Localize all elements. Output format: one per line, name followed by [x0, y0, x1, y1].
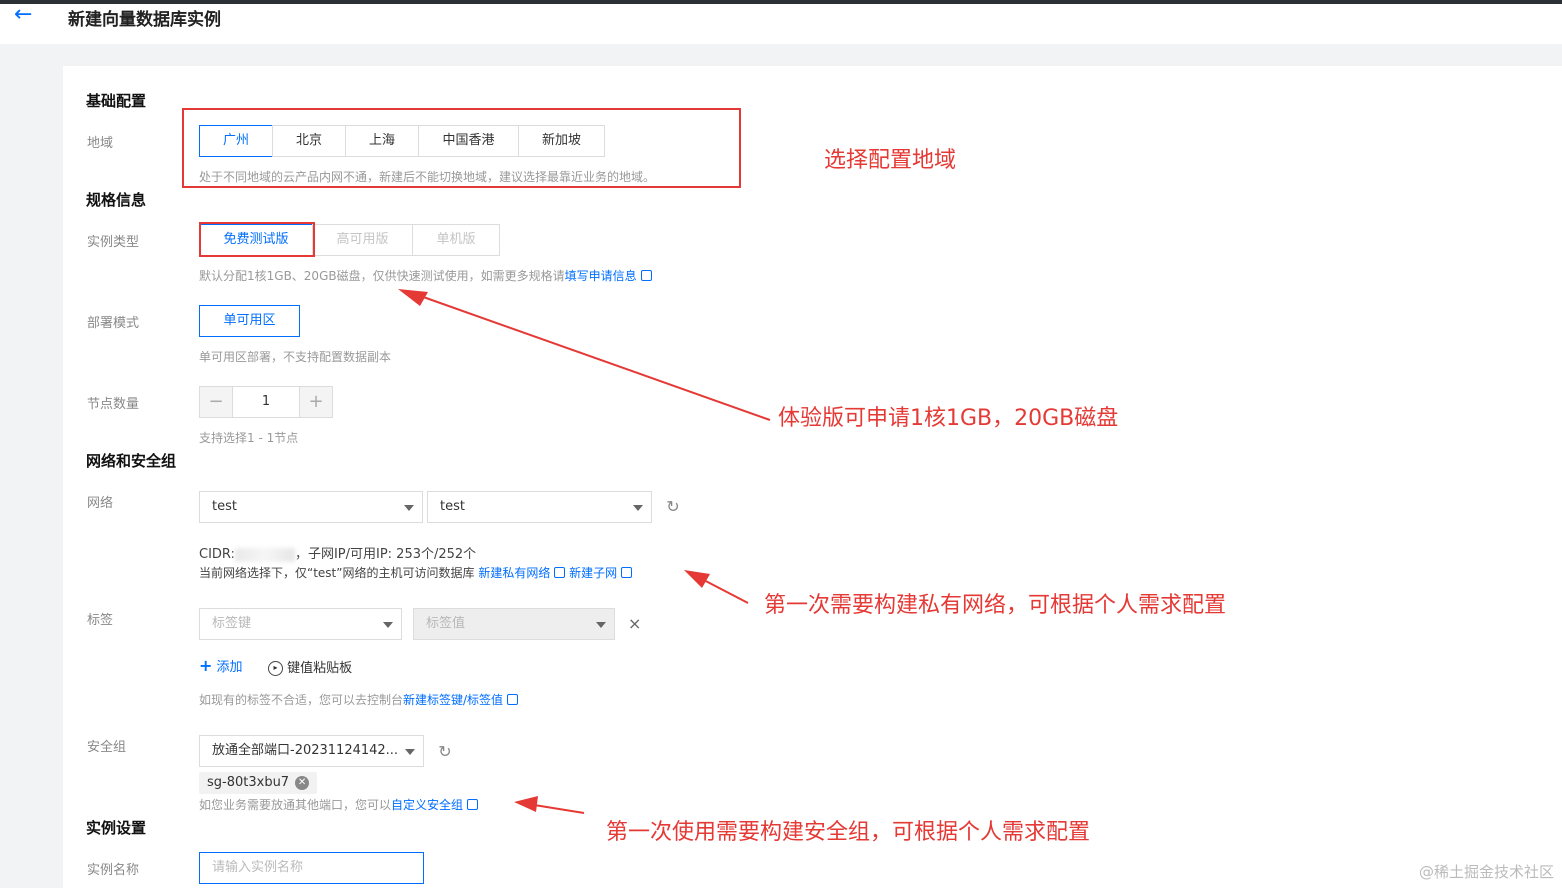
custom-security-group-link[interactable]: 自定义安全组 [391, 798, 463, 812]
annotation-network: 第一次需要构建私有网络，可根据个人需求配置 [764, 593, 1227, 618]
security-group-label: 安全组 [87, 740, 127, 755]
arrow-security-head [514, 796, 538, 812]
add-tag-label: 添加 [216, 660, 243, 675]
new-subnet-link[interactable]: 新建子网 [569, 566, 617, 580]
refresh-network-icon[interactable]: ↻ [664, 498, 682, 516]
external-link-icon [621, 567, 633, 578]
security-group-value: 放通全部端口-20231124142... [212, 743, 399, 758]
arrow-spec-head [398, 289, 428, 306]
vpc-select-value: test [212, 499, 237, 514]
remove-chip-icon[interactable]: ✕ [295, 776, 310, 790]
tag-key-select[interactable]: 标签键 [199, 608, 402, 640]
tag-value-placeholder: 标签值 [426, 616, 466, 631]
cidr-prefix: CIDR: [199, 547, 235, 562]
tag-hint: 如现有的标签不合适，您可以去控制台新建标签键/标签值 [199, 691, 519, 708]
watermark: @稀土掘金技术社区 [1418, 863, 1554, 881]
tag-label: 标签 [87, 613, 114, 628]
vpc-select[interactable]: test [199, 491, 423, 523]
section-title-instance: 实例设置 [86, 819, 147, 837]
remove-tag-icon[interactable]: × [628, 614, 641, 633]
chevron-down-icon [596, 622, 606, 628]
plus-icon: + [199, 656, 213, 675]
security-group-hint: 如您业务需要放通其他端口，您可以自定义安全组 [199, 796, 479, 813]
subnet-select[interactable]: test [427, 491, 652, 523]
annotation-security: 第一次使用需要构建安全组，可根据个人需求配置 [606, 820, 1091, 845]
arrow-network-head [684, 570, 710, 588]
external-link-icon [467, 799, 479, 810]
chevron-down-icon [405, 749, 415, 755]
new-tag-link[interactable]: 新建标签键/标签值 [403, 693, 503, 707]
access-hint-text: 当前网络选择下，仅“test”网络的主机可访问数据库 [199, 566, 475, 580]
section-title-network: 网络和安全组 [86, 452, 177, 470]
new-vpc-link[interactable]: 新建私有网络 [478, 566, 550, 580]
cidr-info: CIDR: ，子网IP/可用IP: 253个/252个 [199, 543, 476, 562]
external-link-icon [507, 694, 519, 705]
subnet-select-value: test [440, 499, 465, 514]
tag-value-select[interactable]: 标签值 [413, 608, 615, 640]
annotation-spec: 体验版可申请1核1GB，20GB磁盘 [778, 406, 1119, 431]
paste-tags-label: 键值粘贴板 [287, 661, 353, 676]
sg-hint-text: 如您业务需要放通其他端口，您可以 [199, 798, 392, 812]
refresh-security-group-icon[interactable]: ↻ [436, 743, 454, 761]
arrow-spec-line [411, 292, 771, 421]
instance-name-input[interactable]: 请输入实例名称 [199, 852, 424, 884]
redacted-cidr [234, 547, 295, 562]
paste-icon: ▸ [268, 661, 283, 676]
external-link-icon [554, 567, 566, 578]
tag-key-placeholder: 标签键 [212, 616, 252, 631]
add-tag-button[interactable]: + 添加 [199, 656, 243, 675]
network-label: 网络 [87, 496, 114, 511]
security-group-chip-label: sg-80t3xbu7 [207, 775, 290, 790]
instance-name-label: 实例名称 [87, 863, 140, 878]
security-group-select[interactable]: 放通全部端口-20231124142... [199, 735, 424, 767]
security-group-chip: sg-80t3xbu7 ✕ [199, 772, 318, 794]
chevron-down-icon [383, 622, 393, 628]
cidr-suffix: ，子网IP/可用IP: 253个/252个 [294, 547, 477, 562]
network-access-hint: 当前网络选择下，仅“test”网络的主机可访问数据库 新建私有网络 新建子网 [199, 564, 633, 581]
tag-hint-text: 如现有的标签不合适，您可以去控制台 [199, 693, 404, 707]
chevron-down-icon [404, 505, 414, 511]
paste-tags-button[interactable]: ▸ 键值粘贴板 [268, 657, 352, 676]
chevron-down-icon [633, 505, 643, 511]
